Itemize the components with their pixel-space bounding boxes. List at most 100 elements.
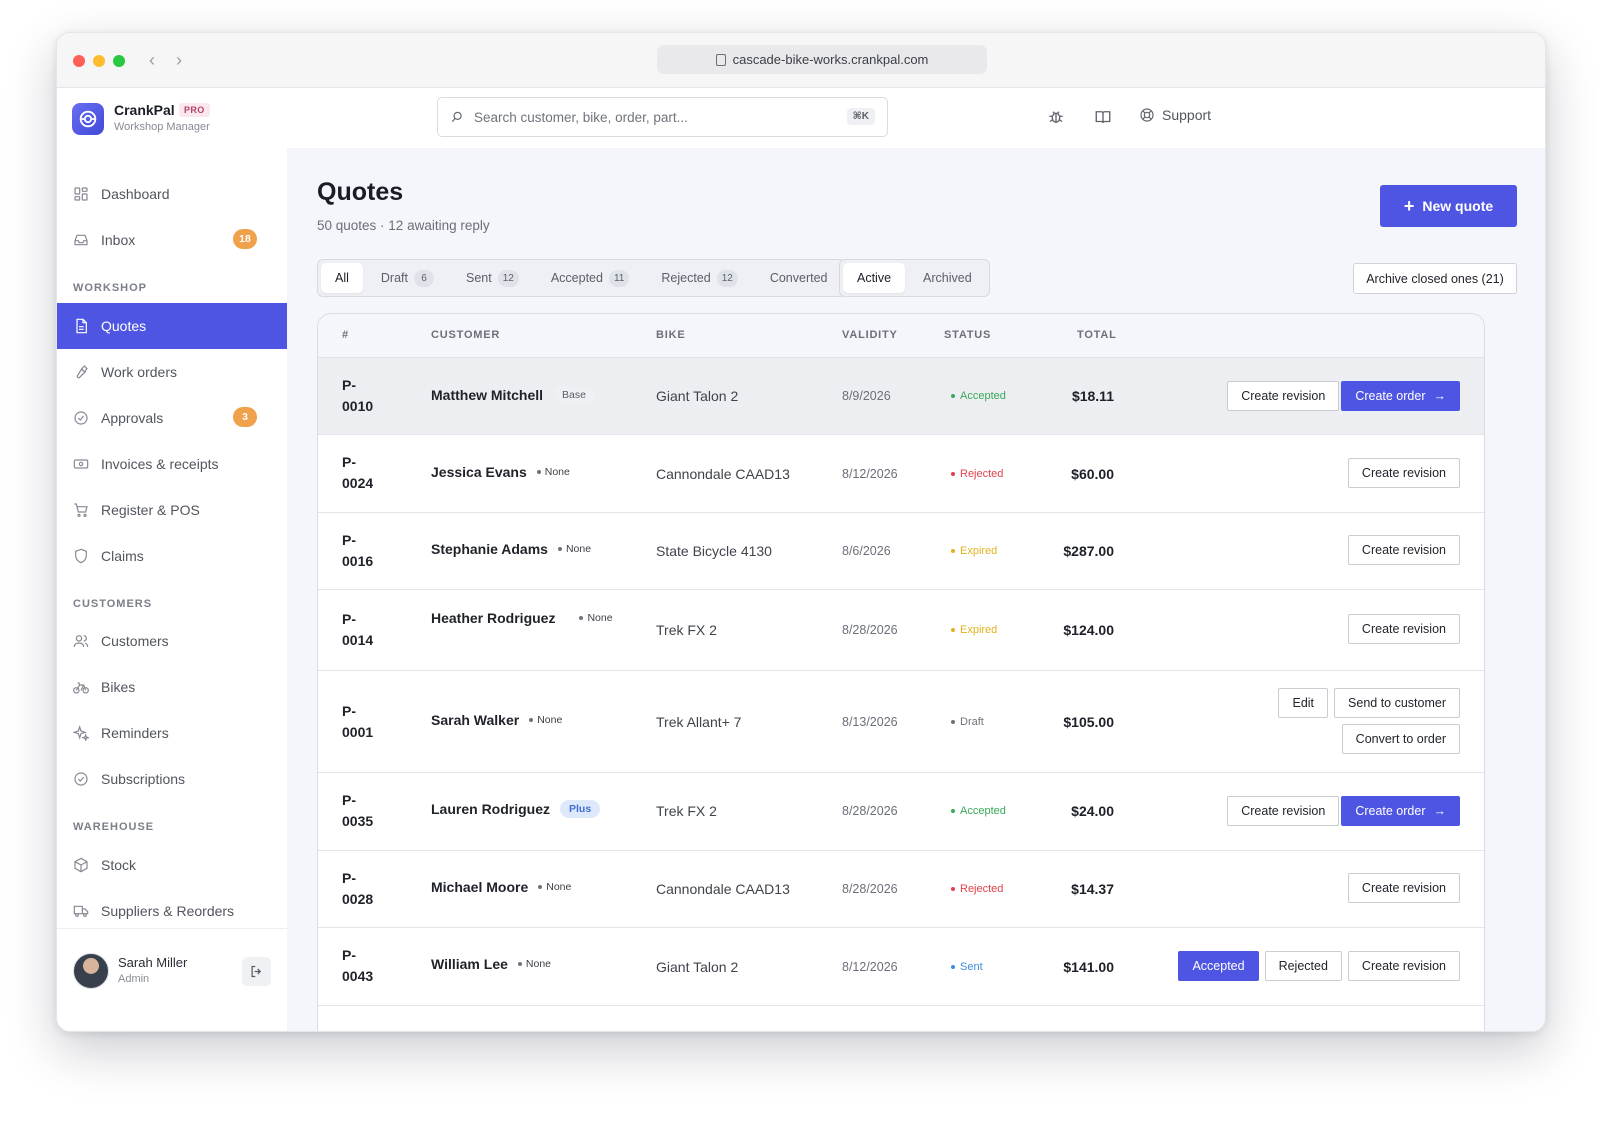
edit-button[interactable]: Edit bbox=[1278, 688, 1329, 718]
avatar[interactable] bbox=[73, 953, 109, 989]
logout-button[interactable] bbox=[242, 957, 271, 986]
support-link[interactable]: Support bbox=[1139, 107, 1211, 123]
column-header-id[interactable]: # bbox=[342, 329, 349, 341]
bike-name: Giant Talon 2 bbox=[656, 959, 739, 975]
column-header-bike[interactable]: BIKE bbox=[656, 329, 685, 341]
customer-name[interactable]: Jessica Evans bbox=[431, 464, 527, 480]
minimize-window-button[interactable] bbox=[93, 55, 105, 67]
sidebar-item-claims[interactable]: Claims bbox=[57, 533, 287, 579]
sparkle-icon bbox=[73, 725, 89, 741]
row-actions: Accepted Rejected Create revision bbox=[1178, 951, 1460, 981]
table-row[interactable]: P- 0001 Sarah Walker None Trek Allant+ 7 8… bbox=[318, 671, 1484, 773]
tab-accepted[interactable]: Accepted 11 bbox=[537, 263, 644, 293]
quote-id-number: 0010 bbox=[342, 398, 374, 414]
create-revision-button[interactable]: Create revision bbox=[1227, 796, 1340, 826]
sidebar-item-quotes[interactable]: Quotes bbox=[57, 303, 287, 349]
send-to-customer-button[interactable]: Send to customer bbox=[1334, 688, 1460, 718]
receipt-icon bbox=[73, 456, 89, 472]
sidebar-item-invoices[interactable]: Invoices & receipts bbox=[57, 441, 287, 487]
tab-all[interactable]: All bbox=[321, 263, 363, 293]
column-header-customer[interactable]: CUSTOMER bbox=[431, 329, 500, 341]
tab-archived[interactable]: Archived bbox=[909, 263, 986, 293]
status-badge: Accepted bbox=[951, 805, 1006, 817]
column-header-total[interactable]: TOTAL bbox=[1077, 329, 1117, 341]
tab-label: Rejected bbox=[661, 271, 711, 285]
tab-draft[interactable]: Draft 6 bbox=[367, 263, 448, 293]
table-row[interactable]: P- 0028 Michael Moore None Cannondale CAAD… bbox=[318, 851, 1484, 928]
url-bar[interactable]: cascade-bike-works.crankpal.com bbox=[657, 45, 987, 74]
bike-name: State Bicycle 4130 bbox=[656, 543, 772, 559]
create-order-button[interactable]: Create order → bbox=[1341, 381, 1460, 411]
bike-icon bbox=[73, 679, 89, 695]
sidebar-item-work-orders[interactable]: Work orders bbox=[57, 349, 287, 395]
validity-date: 8/28/2026 bbox=[842, 804, 898, 818]
create-revision-button[interactable]: Create revision bbox=[1347, 458, 1460, 488]
sidebar-item-customers[interactable]: Customers bbox=[57, 618, 287, 664]
table-row[interactable]: P- 0016 Stephanie Adams None State Bicycle… bbox=[318, 513, 1484, 590]
create-revision-button[interactable]: Create revision bbox=[1347, 535, 1460, 565]
tab-active[interactable]: Active bbox=[843, 263, 906, 293]
sidebar-item-inbox[interactable]: Inbox 18 bbox=[57, 217, 287, 263]
column-header-validity[interactable]: VALIDITY bbox=[842, 329, 898, 341]
tab-converted[interactable]: Converted bbox=[756, 263, 842, 293]
create-revision-button[interactable]: Create revision bbox=[1347, 951, 1460, 981]
sidebar-item-register[interactable]: Register & POS bbox=[57, 487, 287, 533]
sidebar-item-subscriptions[interactable]: Subscriptions bbox=[57, 756, 287, 802]
create-revision-button[interactable]: Create revision bbox=[1347, 873, 1460, 903]
quote-id-number: 0043 bbox=[342, 968, 374, 984]
tab-label: Converted bbox=[769, 271, 828, 285]
quote-total: $14.37 bbox=[1071, 881, 1114, 897]
page-icon bbox=[715, 53, 726, 66]
forward-arrow-icon[interactable]: › bbox=[170, 50, 188, 70]
customer-name[interactable]: William Lee bbox=[431, 956, 508, 972]
customer-name[interactable]: Sarah Walker bbox=[431, 712, 519, 728]
quote-total: $18.11 bbox=[1071, 388, 1114, 404]
tier-badge: Plus bbox=[560, 800, 601, 818]
global-search[interactable]: Search customer, bike, order, part... ⌘K bbox=[437, 97, 888, 137]
column-header-status[interactable]: STATUS bbox=[944, 329, 991, 341]
create-revision-button[interactable]: Create revision bbox=[1227, 381, 1340, 411]
convert-to-order-button[interactable]: Convert to order bbox=[1341, 724, 1460, 754]
tab-label: Archived bbox=[923, 271, 972, 285]
search-shortcut: ⌘K bbox=[846, 108, 875, 125]
table-row[interactable]: P- 0024 Jessica Evans None Cannondale CAAD… bbox=[318, 435, 1484, 513]
new-quote-button[interactable]: + New quote bbox=[1380, 185, 1517, 227]
tier-badge: None bbox=[529, 714, 562, 726]
table-row[interactable]: P- 0010 Matthew Mitchell Base Giant Talon … bbox=[318, 358, 1484, 435]
quote-id: P- 0010 bbox=[342, 375, 382, 417]
mark-accepted-button[interactable]: Accepted bbox=[1178, 951, 1259, 981]
tier-badge: None bbox=[579, 612, 612, 624]
maximize-window-button[interactable] bbox=[113, 55, 125, 67]
section-header-warehouse: WAREHOUSE bbox=[73, 821, 155, 833]
sidebar-item-approvals[interactable]: Approvals 3 bbox=[57, 395, 287, 441]
sidebar-item-dashboard[interactable]: Dashboard bbox=[57, 171, 287, 217]
customer-name[interactable]: Stephanie Adams bbox=[431, 541, 548, 557]
customer-name[interactable]: Lauren Rodriguez bbox=[431, 801, 550, 817]
button-label: Create order bbox=[1355, 804, 1426, 818]
truck-icon bbox=[73, 903, 89, 919]
mark-rejected-button[interactable]: Rejected bbox=[1264, 951, 1342, 981]
tab-rejected[interactable]: Rejected 12 bbox=[647, 263, 751, 293]
app-header: CrankPal PRO Workshop Manager Search cus… bbox=[57, 88, 1545, 148]
status-badge: Accepted bbox=[951, 390, 1006, 402]
table-row[interactable]: P- 0043 William Lee None Giant Talon 2 8/1… bbox=[318, 928, 1484, 1006]
customer-name[interactable]: Michael Moore bbox=[431, 879, 528, 895]
table-row[interactable]: P- 0014 Heather Rodriguez None Trek FX 2 8… bbox=[318, 590, 1484, 671]
quote-total: $124.00 bbox=[1063, 622, 1114, 638]
tab-sent[interactable]: Sent 12 bbox=[452, 263, 533, 293]
create-revision-button[interactable]: Create revision bbox=[1347, 614, 1460, 644]
bike-name: Giant Talon 2 bbox=[656, 388, 739, 404]
close-window-button[interactable] bbox=[73, 55, 85, 67]
sidebar-item-stock[interactable]: Stock bbox=[57, 842, 287, 888]
bug-report-icon[interactable] bbox=[1047, 108, 1065, 126]
sidebar-item-bikes[interactable]: Bikes bbox=[57, 664, 287, 710]
tier-badge: None bbox=[558, 543, 591, 555]
archive-closed-button[interactable]: Archive closed ones (21) bbox=[1353, 263, 1517, 294]
back-arrow-icon[interactable]: ‹ bbox=[143, 50, 161, 70]
customer-name[interactable]: Heather Rodriguez bbox=[431, 610, 555, 626]
customer-name[interactable]: Matthew Mitchell bbox=[431, 387, 543, 403]
table-row[interactable]: P- 0035 Lauren Rodriguez Plus Trek FX 2 8/… bbox=[318, 773, 1484, 851]
docs-book-icon[interactable] bbox=[1094, 108, 1112, 126]
sidebar-item-reminders[interactable]: Reminders bbox=[57, 710, 287, 756]
create-order-button[interactable]: Create order → bbox=[1341, 796, 1460, 826]
